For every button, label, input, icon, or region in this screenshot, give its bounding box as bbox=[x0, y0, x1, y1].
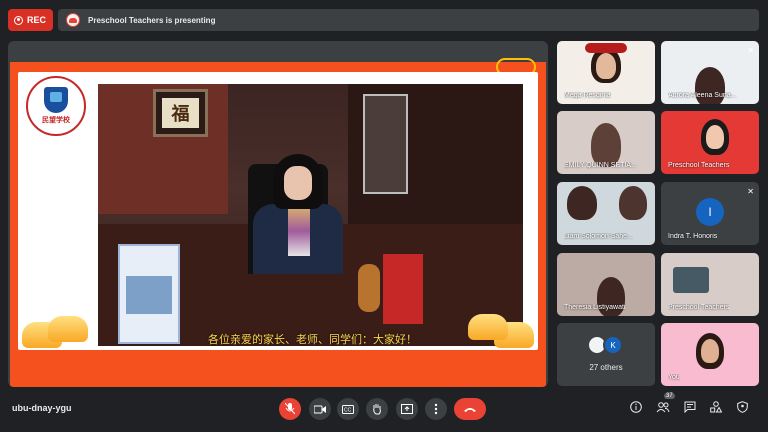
shield-logo-icon bbox=[44, 87, 68, 113]
people-count-badge: 37 bbox=[664, 393, 675, 399]
slide-frame: 福 各位亲爱的家长、老师、同学们：大家好！ 民望学校 bbox=[18, 72, 538, 350]
teddy-bear bbox=[358, 264, 380, 312]
hand-icon bbox=[373, 404, 381, 415]
camera-button[interactable] bbox=[309, 398, 331, 420]
mic-off-icon: ✕ bbox=[747, 46, 754, 55]
more-options-button[interactable] bbox=[425, 398, 447, 420]
desk-calendar bbox=[118, 244, 180, 344]
chat-icon bbox=[684, 401, 696, 414]
participant-name: Aurora Aleena Suna... bbox=[668, 92, 737, 99]
participant-tile[interactable]: Theresia Listiyawati bbox=[557, 253, 655, 316]
present-button[interactable] bbox=[396, 398, 418, 420]
activities-button[interactable] bbox=[710, 401, 723, 416]
participant-tile[interactable]: Liam Solomon Sahe... bbox=[557, 182, 655, 245]
principal-photo: 福 各位亲爱的家长、老师、同学们：大家好！ bbox=[98, 84, 523, 346]
calligraphy-frame: 福 bbox=[153, 89, 208, 137]
people-button[interactable] bbox=[656, 401, 670, 416]
people-icon bbox=[656, 402, 670, 413]
presenting-banner[interactable]: Preschool Teachers is presenting bbox=[58, 9, 759, 31]
captions-button[interactable]: CC bbox=[337, 398, 359, 420]
logo-text: 民望学校 bbox=[42, 117, 70, 124]
mic-off-icon: ✕ bbox=[747, 187, 754, 196]
shared-slide: 福 各位亲爱的家长、老师、同学们：大家好！ 民望学校 bbox=[10, 58, 546, 387]
others-tile[interactable]: K 27 others bbox=[557, 323, 655, 386]
presenter-avatar bbox=[66, 13, 80, 27]
participant-name: EMILY QUINN SETIA... bbox=[564, 162, 637, 169]
info-icon bbox=[630, 401, 642, 413]
book-stack bbox=[383, 254, 423, 324]
gold-ingot-left-2 bbox=[48, 316, 88, 342]
shield-icon bbox=[737, 401, 748, 413]
participant-name: Indra T. Honoris bbox=[668, 233, 718, 240]
calligraphy-char: 福 bbox=[162, 98, 199, 128]
participant-avatar: K bbox=[603, 335, 623, 355]
participant-tile[interactable]: ✕ Aurora Aleena Suna... bbox=[661, 41, 759, 104]
others-count: 27 others bbox=[589, 363, 623, 372]
meeting-details-button[interactable] bbox=[630, 401, 642, 416]
mic-off-button[interactable] bbox=[279, 398, 301, 420]
participant-tile[interactable]: Mega Resqinia bbox=[557, 41, 655, 104]
participant-name: You bbox=[668, 374, 680, 381]
record-icon bbox=[14, 15, 23, 25]
gold-ingot-right-2 bbox=[468, 314, 508, 340]
mic-off-icon bbox=[285, 403, 295, 415]
participant-name: Theresia Listiyawati bbox=[564, 304, 626, 311]
activities-icon bbox=[710, 401, 723, 413]
raise-hand-button[interactable] bbox=[366, 398, 388, 420]
participant-name: Preschool Teachers bbox=[668, 304, 730, 311]
more-vert-icon bbox=[434, 403, 438, 415]
present-icon bbox=[401, 404, 413, 414]
host-controls-button[interactable] bbox=[737, 401, 748, 416]
participant-tile[interactable]: I ✕ Indra T. Honoris bbox=[661, 182, 759, 245]
participant-name: Liam Solomon Sahe... bbox=[564, 233, 633, 240]
chat-button[interactable] bbox=[684, 401, 696, 416]
self-tile[interactable]: You bbox=[661, 323, 759, 386]
captions-icon: CC bbox=[342, 404, 354, 414]
rec-label: REC bbox=[27, 15, 47, 25]
camera-icon bbox=[314, 405, 326, 413]
presenting-text: Preschool Teachers is presenting bbox=[88, 15, 216, 25]
participant-name: Mega Resqinia bbox=[564, 92, 611, 99]
meeting-code: ubu-dnay-ygu bbox=[12, 403, 72, 413]
recording-indicator: REC bbox=[8, 9, 54, 31]
hangup-icon bbox=[464, 407, 476, 412]
participant-tile[interactable]: EMILY QUINN SETIA... bbox=[557, 111, 655, 174]
participant-tile[interactable]: Preschool Teachers bbox=[661, 253, 759, 316]
svg-text:CC: CC bbox=[344, 407, 352, 413]
leave-call-button[interactable] bbox=[454, 398, 486, 420]
school-logo: 民望学校 bbox=[26, 76, 86, 136]
presentation-stage[interactable]: 福 各位亲爱的家长、老师、同学们：大家好！ 民望学校 bbox=[8, 41, 548, 387]
slide-caption: 各位亲爱的家长、老师、同学们：大家好！ bbox=[208, 333, 417, 346]
participant-avatar: I bbox=[696, 198, 724, 226]
participant-name: Preschool Teachers bbox=[668, 162, 730, 169]
participant-tile[interactable]: Preschool Teachers bbox=[661, 111, 759, 174]
